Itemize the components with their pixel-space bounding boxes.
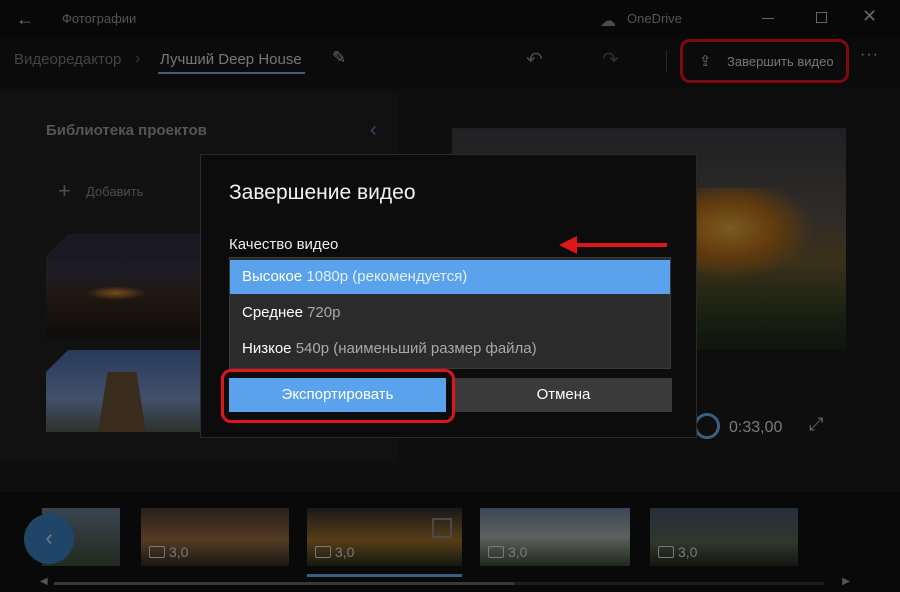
finish-video-dialog: Завершение видео Качество видео Высокое … (200, 154, 697, 438)
quality-label: Качество видео (229, 236, 339, 253)
dialog-title: Завершение видео (229, 181, 416, 204)
export-button[interactable]: Экспортировать (229, 378, 446, 412)
quality-option-medium[interactable]: Среднее 720p (230, 296, 670, 330)
cancel-button[interactable]: Отмена (455, 378, 672, 412)
quality-list: Высокое 1080p (рекомендуется) Среднее 72… (229, 257, 671, 369)
red-arrow-line (573, 243, 667, 247)
quality-option-high[interactable]: Высокое 1080p (рекомендуется) (230, 260, 670, 294)
quality-option-low[interactable]: Низкое 540p (наименьший размер файла) (230, 332, 670, 366)
